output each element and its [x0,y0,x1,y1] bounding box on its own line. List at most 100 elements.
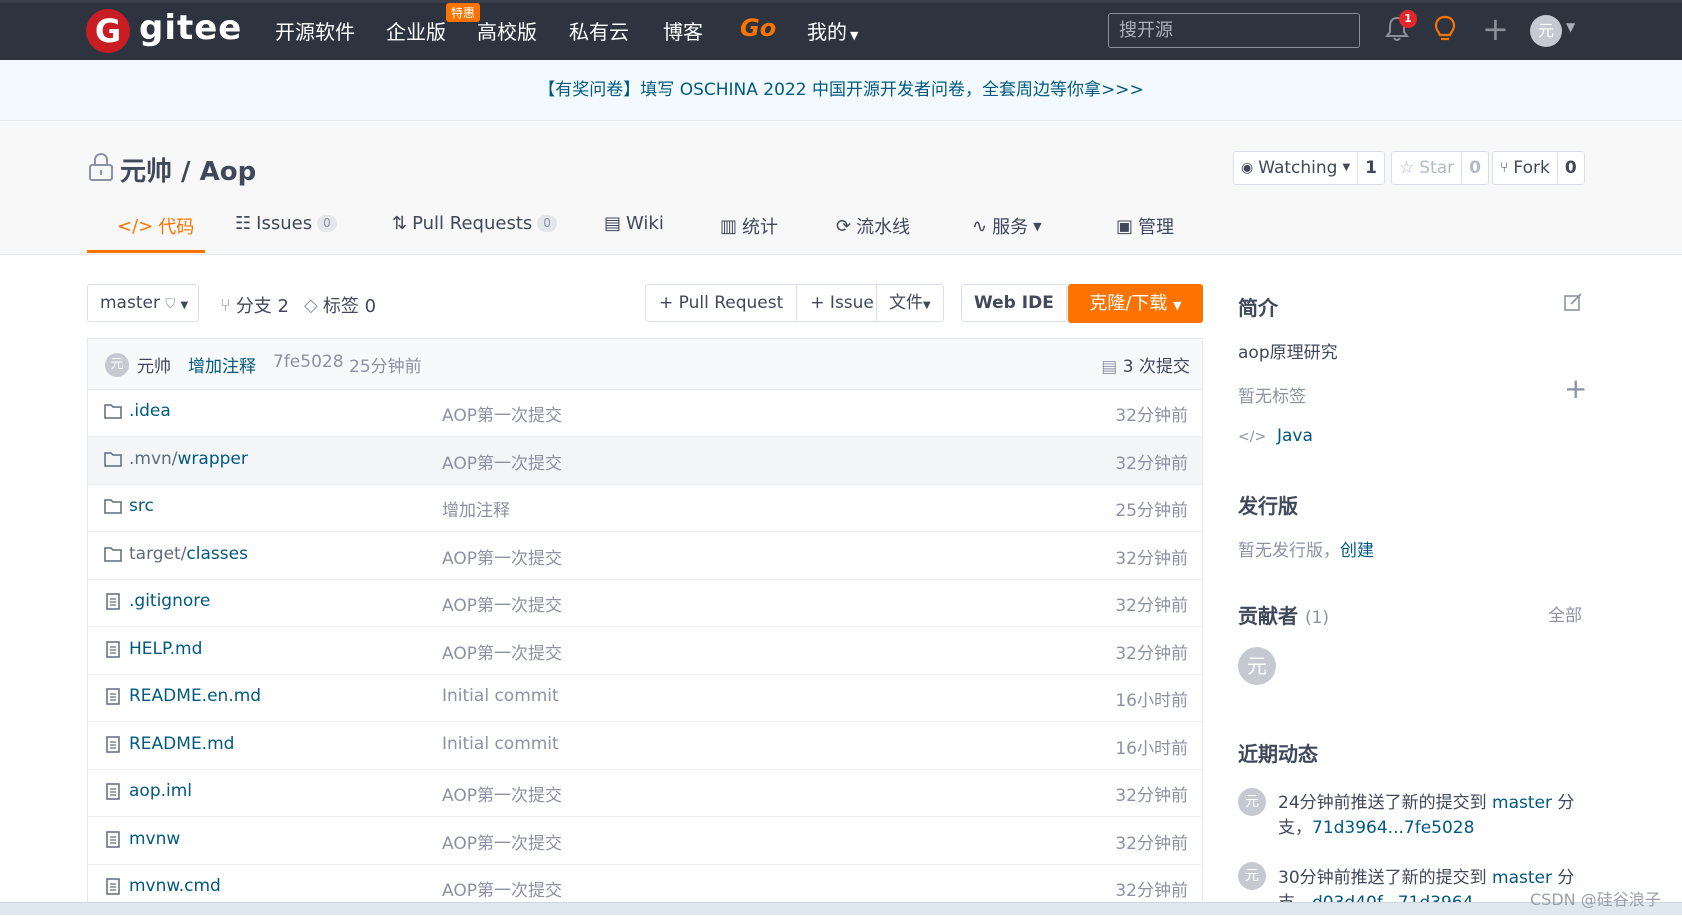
activity-avatar[interactable]: 元 [1238,862,1266,890]
user-avatar[interactable]: 元 [1530,15,1562,47]
file-menu-button[interactable]: 文件▼ [876,284,944,322]
latest-commit-row: 元 元帅 增加注释 7fe5028 25分钟前 ▤ 3 次提交 [88,339,1202,390]
commit-count-link[interactable]: ▤ 3 次提交 [1101,352,1190,377]
file-commit-message[interactable]: AOP第一次提交 [442,449,562,474]
new-issue-button[interactable]: + Issue [796,285,887,321]
tab-service-label: 服务 [992,217,1029,238]
file-commit-message[interactable]: AOP第一次提交 [442,876,562,901]
file-row[interactable]: mvnw AOP第一次提交 32分钟前 [88,817,1202,865]
branches-link[interactable]: ⑂ 分支 2 [220,292,289,318]
tab-wiki[interactable]: ▤ Wiki [604,213,664,234]
file-row[interactable]: aop.iml AOP第一次提交 32分钟前 [88,769,1202,817]
file-commit-message[interactable]: Initial commit [442,686,559,706]
tags-link[interactable]: ◇ 标签 0 [304,292,376,318]
file-commit-message[interactable]: AOP第一次提交 [442,401,562,426]
contributors-title: 贡献者 [1238,604,1298,628]
star-count[interactable]: 0 [1461,152,1488,184]
activity-commit-range-link[interactable]: 71d3964...7fe5028 [1312,818,1474,838]
search-input[interactable]: 搜开源 [1108,13,1360,48]
tab-manage[interactable]: ▣ 管理 [1116,213,1174,239]
file-commit-message[interactable]: AOP第一次提交 [442,781,562,806]
commit-hash[interactable]: 7fe5028 [273,352,344,372]
watch-count[interactable]: 1 [1357,152,1384,184]
create-plus-icon[interactable]: + [1482,10,1509,48]
file-commit-message[interactable]: Initial commit [442,734,559,754]
nav-item-go[interactable]: Go [740,14,776,42]
file-row[interactable]: .mvn/wrapper AOP第一次提交 32分钟前 [88,436,1202,485]
language-link[interactable]: </> Java [1238,426,1313,446]
chevron-down-icon[interactable]: ▼ [1566,20,1575,34]
branch-select[interactable]: master ⛉ ▼ [87,284,199,322]
file-commit-time: 32分钟前 [1115,833,1188,854]
nav-item-blog[interactable]: 博客 [663,16,703,45]
create-release-link[interactable]: 创建 [1340,541,1374,561]
nav-item-enterprise[interactable]: 企业版 [386,16,446,45]
activity-branch-link[interactable]: master [1492,868,1552,888]
file-name[interactable]: .idea [129,401,171,421]
tab-code[interactable]: </> 代码 [117,213,194,239]
branch-name: master [100,293,160,313]
file-name[interactable]: mvnw [129,829,180,849]
file-commit-message[interactable]: AOP第一次提交 [442,591,562,616]
web-ide-button[interactable]: Web IDE [961,284,1067,322]
commit-author[interactable]: 元帅 [137,352,171,377]
clone-download-button[interactable]: 克隆/下载 ▼ [1068,284,1203,323]
nav-item-mine[interactable]: 我的 ▼ [807,16,858,45]
file-row[interactable]: .idea AOP第一次提交 32分钟前 [88,389,1202,437]
add-tag-plus-icon[interactable]: + [1564,372,1587,405]
file-commit-message[interactable]: 增加注释 [442,496,510,521]
file-name[interactable]: README.en.md [129,686,261,706]
star-button[interactable]: ☆ Star 0 [1391,151,1489,185]
commit-message[interactable]: 增加注释 [188,352,256,377]
nav-item-education[interactable]: 高校版 [477,16,537,45]
repo-title[interactable]: 元帅 / Aop [120,151,256,188]
code-icon: </> [117,215,154,237]
file-subpath[interactable]: wrapper [178,449,248,469]
file-row[interactable]: src 增加注释 25分钟前 [88,484,1202,532]
file-commit-message[interactable]: AOP第一次提交 [442,639,562,664]
file-name-part: mvnw [129,828,181,849]
file-row[interactable]: README.en.md Initial commit 16小时前 [88,674,1202,722]
file-commit-time: 32分钟前 [1115,786,1188,806]
tab-pull-requests[interactable]: ⇅ Pull Requests 0 [392,213,557,234]
edit-icon[interactable] [1563,292,1583,312]
file-name[interactable]: HELP.md [129,639,202,659]
tab-service[interactable]: ∿ 服务 ▼ [972,213,1042,239]
file-row[interactable]: HELP.md AOP第一次提交 32分钟前 [88,627,1202,675]
file-row[interactable]: README.md Initial commit 16小时前 [88,722,1202,770]
file-subpath[interactable]: classes [186,544,248,564]
clone-label: 克隆/下载 [1089,293,1168,314]
intro-heading: 简介 [1238,296,1278,320]
file-name[interactable]: .gitignore [129,591,210,611]
file-name[interactable]: src [129,496,154,516]
fork-button[interactable]: ⑂ Fork 0 [1492,151,1585,185]
contributor-avatar[interactable]: 元 [1238,647,1276,685]
tab-issues-label: Issues [256,213,313,234]
file-name[interactable]: target/classes [129,544,248,564]
gitee-logo-text[interactable]: gitee [139,8,242,48]
activity-avatar[interactable]: 元 [1238,788,1266,816]
tab-issues[interactable]: ☷ Issues 0 [235,213,337,234]
fork-count[interactable]: 0 [1556,152,1584,184]
promo-badge: 特惠 [446,3,481,22]
nav-item-opensource[interactable]: 开源软件 [275,16,355,45]
activity-branch-link[interactable]: master [1492,793,1552,813]
file-commit-message[interactable]: AOP第一次提交 [442,829,562,854]
tab-pipeline[interactable]: ⟳ 流水线 [836,213,910,239]
all-contributors-link[interactable]: 全部 [1548,601,1582,626]
file-row[interactable]: .gitignore AOP第一次提交 32分钟前 [88,579,1202,627]
file-name[interactable]: .mvn/wrapper [129,449,248,469]
lightbulb-icon[interactable] [1433,15,1457,43]
file-row[interactable]: target/classes AOP第一次提交 32分钟前 [88,532,1202,580]
watch-button[interactable]: ◉ Watching ▼ 1 [1233,151,1385,185]
file-commit-message[interactable]: AOP第一次提交 [442,544,562,569]
gitee-logo-icon[interactable]: G [86,9,130,53]
announcement-banner[interactable]: 【有奖问卷】填写 OSCHINA 2022 中国开源开发者问卷，全套周边等你拿>… [0,60,1682,121]
tab-stats[interactable]: ▥ 统计 [720,213,778,239]
commit-author-avatar[interactable]: 元 [105,353,129,377]
file-name[interactable]: README.md [129,734,234,754]
nav-item-private-cloud[interactable]: 私有云 [569,16,629,45]
file-name[interactable]: aop.iml [129,781,192,801]
new-pull-request-button[interactable]: + Pull Request [646,285,796,321]
file-name[interactable]: mvnw.cmd [129,876,221,896]
